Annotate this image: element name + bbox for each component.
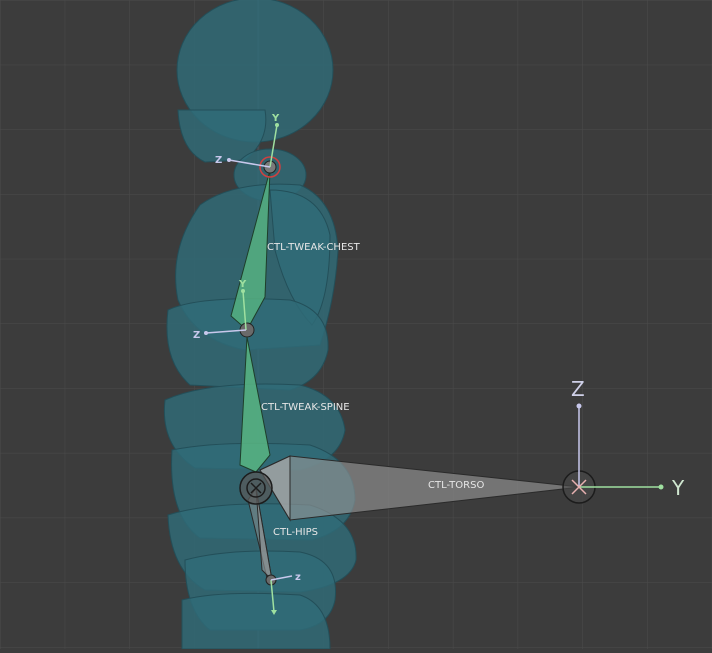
bone-label-hips: CTL-HIPS [273, 527, 318, 538]
spine-axis-y-label: Y [238, 279, 247, 290]
spine-axis-z-label: Z [193, 330, 200, 341]
mesh-leg [181, 592, 331, 650]
world-axis-y-label: Y [671, 476, 685, 500]
bone-label-spine: CTL-TWEAK-SPINE [261, 402, 350, 413]
viewport-canvas[interactable]: CTL-TWEAK-CHEST CTL-TWEAK-SPINE CTL-HIPS… [0, 0, 712, 650]
chest-axis-y-label: Y [271, 113, 280, 124]
hips-axis-z-label: z [295, 572, 301, 583]
bone-label-chest: CTL-TWEAK-CHEST [267, 242, 361, 253]
world-axis-z-label: Z [571, 377, 585, 401]
3d-viewport[interactable]: CTL-TWEAK-CHEST CTL-TWEAK-SPINE CTL-HIPS… [0, 0, 712, 650]
bone-label-torso: CTL-TORSO [428, 480, 484, 491]
chest-axis-z-label: Z [215, 155, 222, 166]
